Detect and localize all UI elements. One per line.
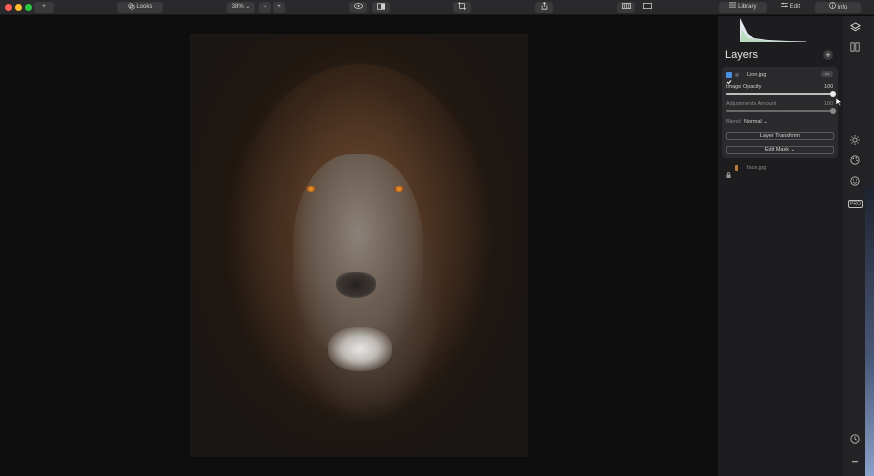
layer-name[interactable]: face.jpg	[747, 165, 766, 171]
crop-icon	[458, 2, 466, 11]
face-icon[interactable]	[848, 176, 862, 190]
lion-beard	[328, 327, 392, 371]
image-opacity-value: 100	[824, 84, 834, 90]
minus-icon: −	[263, 4, 267, 10]
plus-icon: +	[277, 4, 281, 10]
minimize-window-button[interactable]	[15, 4, 22, 11]
filmstrip-icon	[621, 3, 631, 10]
pro-icon[interactable]: PRO	[848, 197, 863, 211]
zoom-window-button[interactable]	[25, 4, 32, 11]
split-view-icon	[377, 3, 385, 10]
edit-mask-button[interactable]: Edit Mask ⌄	[726, 146, 834, 154]
share-button[interactable]	[535, 2, 553, 13]
preview-button[interactable]	[349, 2, 367, 13]
cursor-icon	[835, 93, 843, 111]
plus-icon: +	[42, 4, 46, 10]
pro-label: PRO	[848, 200, 863, 208]
single-view-button[interactable]	[638, 2, 656, 13]
tab-library-label: Library	[738, 4, 757, 10]
more-icon: •••	[824, 71, 830, 76]
looks-icon	[128, 3, 135, 10]
zoom-select[interactable]: 38% ⌄	[227, 2, 255, 13]
lock-icon	[726, 165, 731, 183]
active-layer-card	[722, 67, 838, 158]
lion-photo[interactable]	[190, 34, 528, 457]
layers-title: Layers	[725, 49, 759, 61]
add-button[interactable]: +	[34, 2, 54, 13]
layer-visible-checkbox[interactable]	[726, 72, 732, 85]
filmstrip-view-button[interactable]	[617, 2, 635, 13]
blend-mode-select[interactable]: Normal ⌄	[744, 119, 768, 125]
more-icon[interactable]: •••	[848, 456, 862, 470]
slider-fill	[726, 110, 834, 112]
layers-icon[interactable]	[848, 22, 862, 36]
tab-edit[interactable]: Edit	[768, 2, 813, 13]
adjustments-amount-label: Adjustments Amount	[726, 101, 777, 107]
tab-info-label: Info	[837, 5, 848, 11]
tab-library[interactable]: Library	[719, 2, 767, 13]
crop-button[interactable]	[453, 2, 471, 13]
compare-button[interactable]	[372, 2, 390, 13]
plus-icon: +	[825, 50, 831, 60]
zoom-value: 38% ⌄	[231, 4, 251, 10]
compare-icon[interactable]	[848, 42, 862, 56]
desktop-background	[865, 186, 874, 476]
tab-info[interactable]: Info	[815, 2, 861, 13]
layer-name: Lion.jpg	[747, 72, 767, 78]
single-view-icon	[642, 3, 652, 10]
looks-label: Looks	[136, 4, 153, 10]
layer-transform-button[interactable]: Layer Transform	[726, 132, 834, 140]
lion-nose	[336, 272, 376, 298]
tool-sidebar: PRO •••	[843, 16, 874, 476]
slider-fill	[726, 93, 834, 95]
layer-options-button[interactable]: •••	[821, 71, 833, 77]
adjustments-amount-knob[interactable]	[830, 108, 836, 114]
add-layer-button[interactable]: +	[823, 50, 833, 60]
tab-edit-label: Edit	[789, 4, 800, 10]
lion-left-eye	[306, 186, 316, 192]
palette-icon[interactable]	[848, 155, 862, 169]
close-window-button[interactable]	[5, 4, 12, 11]
share-icon	[541, 2, 548, 11]
looks-button[interactable]: Looks	[117, 2, 163, 13]
image-opacity-label: Image Opacity	[726, 84, 762, 90]
adjustments-amount-slider[interactable]	[726, 110, 834, 112]
lion-right-eye	[394, 186, 404, 192]
zoom-out-button[interactable]: −	[259, 2, 271, 13]
zoom-in-button[interactable]: +	[273, 2, 285, 13]
lion-face	[293, 154, 423, 354]
sun-icon[interactable]	[848, 135, 862, 149]
library-icon	[729, 2, 737, 10]
layer-thumbnail-icon	[735, 73, 739, 77]
blend-label: Blend:	[726, 119, 742, 125]
more-label: •••	[851, 460, 859, 466]
info-icon	[828, 2, 836, 11]
layer-thumbnail-icon	[735, 165, 738, 171]
image-opacity-slider[interactable]	[726, 93, 834, 95]
eye-icon	[353, 3, 363, 10]
top-toolbar: + Looks 38% ⌄ − + Library Edit Info	[0, 0, 874, 15]
sliders-icon	[780, 2, 788, 10]
adjustments-amount-value: 100	[824, 101, 834, 107]
history-icon[interactable]	[848, 434, 862, 448]
histogram	[740, 18, 806, 42]
